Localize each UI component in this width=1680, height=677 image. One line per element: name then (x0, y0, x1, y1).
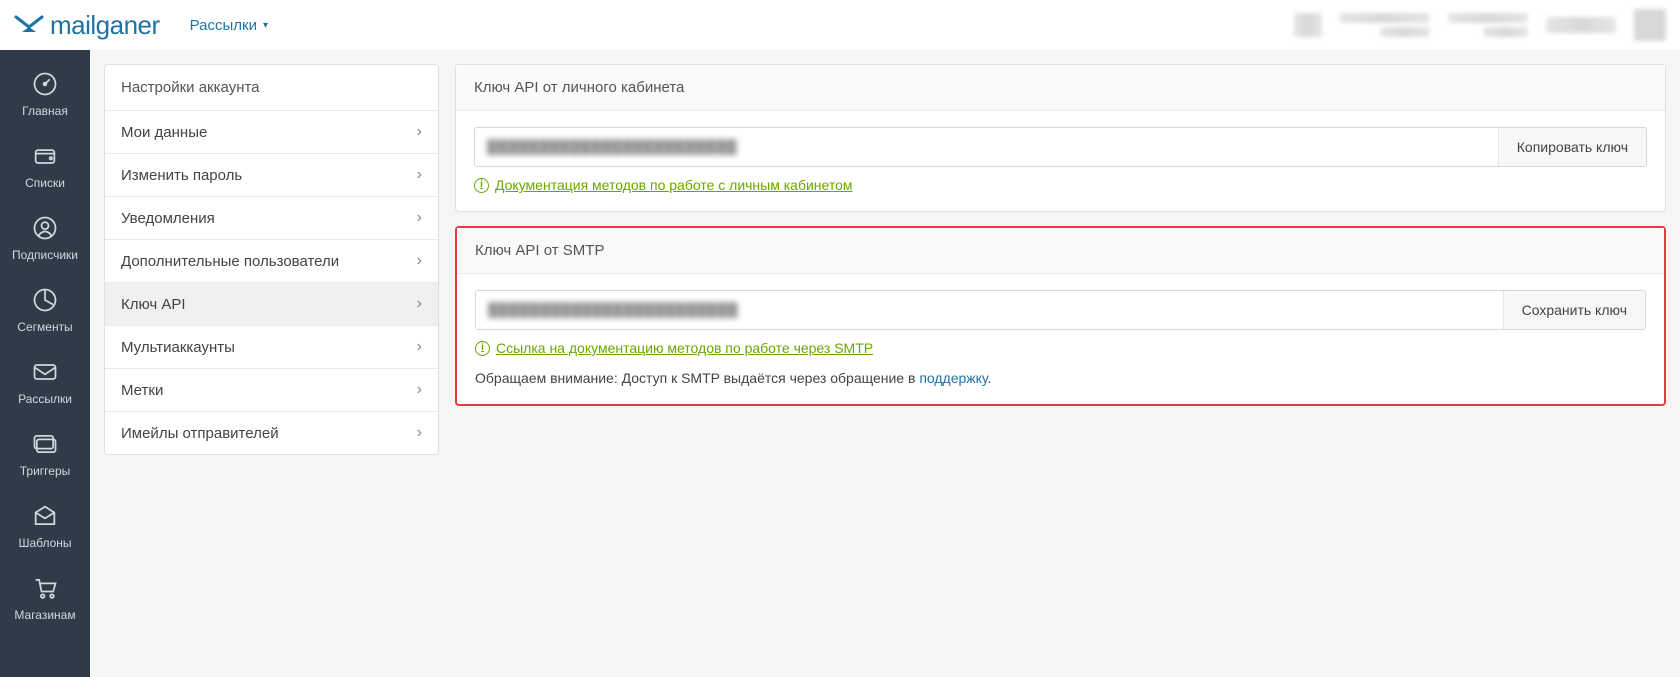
support-link[interactable]: поддержку (919, 370, 987, 386)
sidebar-item-label: Магазинам (14, 608, 75, 622)
topbar-widget-1[interactable] (1294, 13, 1322, 37)
api-smtp-key-row: Сохранить ключ (475, 290, 1646, 330)
settings-nav: Настройки аккаунта Мои данные › Изменить… (104, 64, 439, 455)
api-personal-card: Ключ API от личного кабинета Копировать … (455, 64, 1666, 212)
api-personal-doc-link[interactable]: i Документация методов по работе с личны… (474, 177, 1647, 193)
user-icon (31, 214, 59, 242)
settings-nav-item-my-data[interactable]: Мои данные › (105, 111, 438, 154)
cart-icon (31, 574, 59, 602)
note-prefix: Обращаем внимание: Доступ к SMTP выдаётс… (475, 370, 919, 386)
sidebar-item-label: Шаблоны (18, 536, 71, 550)
caret-down-icon: ▾ (263, 20, 268, 31)
chevron-right-icon: › (417, 209, 422, 227)
api-personal-key-input[interactable] (475, 128, 1498, 166)
wallet-icon (31, 142, 59, 170)
info-icon: i (474, 178, 489, 193)
sidebar-item-label: Списки (25, 176, 65, 190)
api-smtp-title: Ключ API от SMTP (457, 228, 1664, 274)
api-smtp-card: Ключ API от SMTP Сохранить ключ i Ссылка… (455, 226, 1666, 406)
info-icon: i (475, 341, 490, 356)
settings-nav-item-multi-accounts[interactable]: Мультиаккаунты › (105, 326, 438, 369)
pie-icon (31, 286, 59, 314)
api-smtp-doc-link[interactable]: i Ссылка на документацию методов по рабо… (475, 340, 1646, 356)
chevron-right-icon: › (417, 338, 422, 356)
brand-logo[interactable]: mailganer (14, 10, 160, 41)
chevron-right-icon: › (417, 123, 422, 141)
api-personal-doc-label: Документация методов по работе с личным … (495, 177, 853, 193)
chevron-right-icon: › (417, 381, 422, 399)
topbar-account-2[interactable] (1448, 13, 1528, 37)
note-suffix: . (988, 370, 992, 386)
brand-name: mailganer (50, 10, 160, 41)
sidebar-item-segments[interactable]: Сегменты (0, 274, 90, 346)
chevron-right-icon: › (417, 166, 422, 184)
sidebar-item-subscribers[interactable]: Подписчики (0, 202, 90, 274)
gauge-icon (31, 70, 59, 98)
sidebar-item-lists[interactable]: Списки (0, 130, 90, 202)
sidebar-item-home[interactable]: Главная (0, 58, 90, 130)
topbar-right (1294, 9, 1666, 41)
settings-nav-item-label: Уведомления (121, 210, 215, 227)
topnav-menu-label: Рассылки (190, 17, 257, 34)
sidebar-item-triggers[interactable]: Триггеры (0, 418, 90, 490)
settings-nav-item-label: Изменить пароль (121, 167, 242, 184)
sidebar-item-label: Триггеры (20, 464, 71, 478)
sidebar-item-label: Рассылки (18, 392, 72, 406)
copy-key-button[interactable]: Копировать ключ (1498, 128, 1646, 166)
mail-open-icon (31, 502, 59, 530)
settings-nav-item-label: Имейлы отправителей (121, 425, 279, 442)
sidebar-item-templates[interactable]: Шаблоны (0, 490, 90, 562)
sidebar-item-label: Подписчики (12, 248, 78, 262)
smtp-access-note: Обращаем внимание: Доступ к SMTP выдаётс… (475, 370, 1646, 386)
chevron-right-icon: › (417, 295, 422, 313)
settings-nav-item-label: Мои данные (121, 124, 207, 141)
topbar-account-1[interactable] (1340, 13, 1430, 37)
sidebar: Главная Списки Подписчики Сегменты Рассы… (0, 50, 90, 677)
avatar[interactable] (1634, 9, 1666, 41)
settings-nav-item-label: Мультиаккаунты (121, 339, 235, 356)
settings-nav-item-tags[interactable]: Метки › (105, 369, 438, 412)
settings-nav-item-label: Ключ API (121, 296, 186, 313)
settings-nav-item-label: Дополнительные пользователи (121, 253, 339, 270)
api-smtp-doc-label: Ссылка на документацию методов по работе… (496, 340, 873, 356)
topbar: mailganer Рассылки ▾ (0, 0, 1680, 50)
settings-nav-item-api-key[interactable]: Ключ API › (105, 283, 438, 326)
envelope-icon (31, 358, 59, 386)
content-column: Ключ API от личного кабинета Копировать … (455, 64, 1666, 406)
sidebar-item-label: Главная (22, 104, 68, 118)
sidebar-item-shops[interactable]: Магазинам (0, 562, 90, 634)
settings-nav-item-change-password[interactable]: Изменить пароль › (105, 154, 438, 197)
api-personal-key-row: Копировать ключ (474, 127, 1647, 167)
sidebar-item-campaigns[interactable]: Рассылки (0, 346, 90, 418)
save-key-button[interactable]: Сохранить ключ (1503, 291, 1645, 329)
api-personal-title: Ключ API от личного кабинета (456, 65, 1665, 111)
page-body: Настройки аккаунта Мои данные › Изменить… (90, 50, 1680, 677)
settings-nav-item-notifications[interactable]: Уведомления › (105, 197, 438, 240)
topnav-campaigns-dropdown[interactable]: Рассылки ▾ (190, 17, 268, 34)
settings-nav-item-label: Метки (121, 382, 163, 399)
sidebar-item-label: Сегменты (17, 320, 72, 334)
logo-icon (14, 14, 44, 36)
chevron-right-icon: › (417, 252, 422, 270)
settings-nav-title: Настройки аккаунта (105, 65, 438, 111)
chevron-right-icon: › (417, 424, 422, 442)
envelopes-icon (31, 430, 59, 458)
settings-nav-item-additional-users[interactable]: Дополнительные пользователи › (105, 240, 438, 283)
topbar-balance[interactable] (1546, 17, 1616, 33)
settings-nav-item-sender-emails[interactable]: Имейлы отправителей › (105, 412, 438, 454)
api-smtp-key-input[interactable] (476, 291, 1503, 329)
